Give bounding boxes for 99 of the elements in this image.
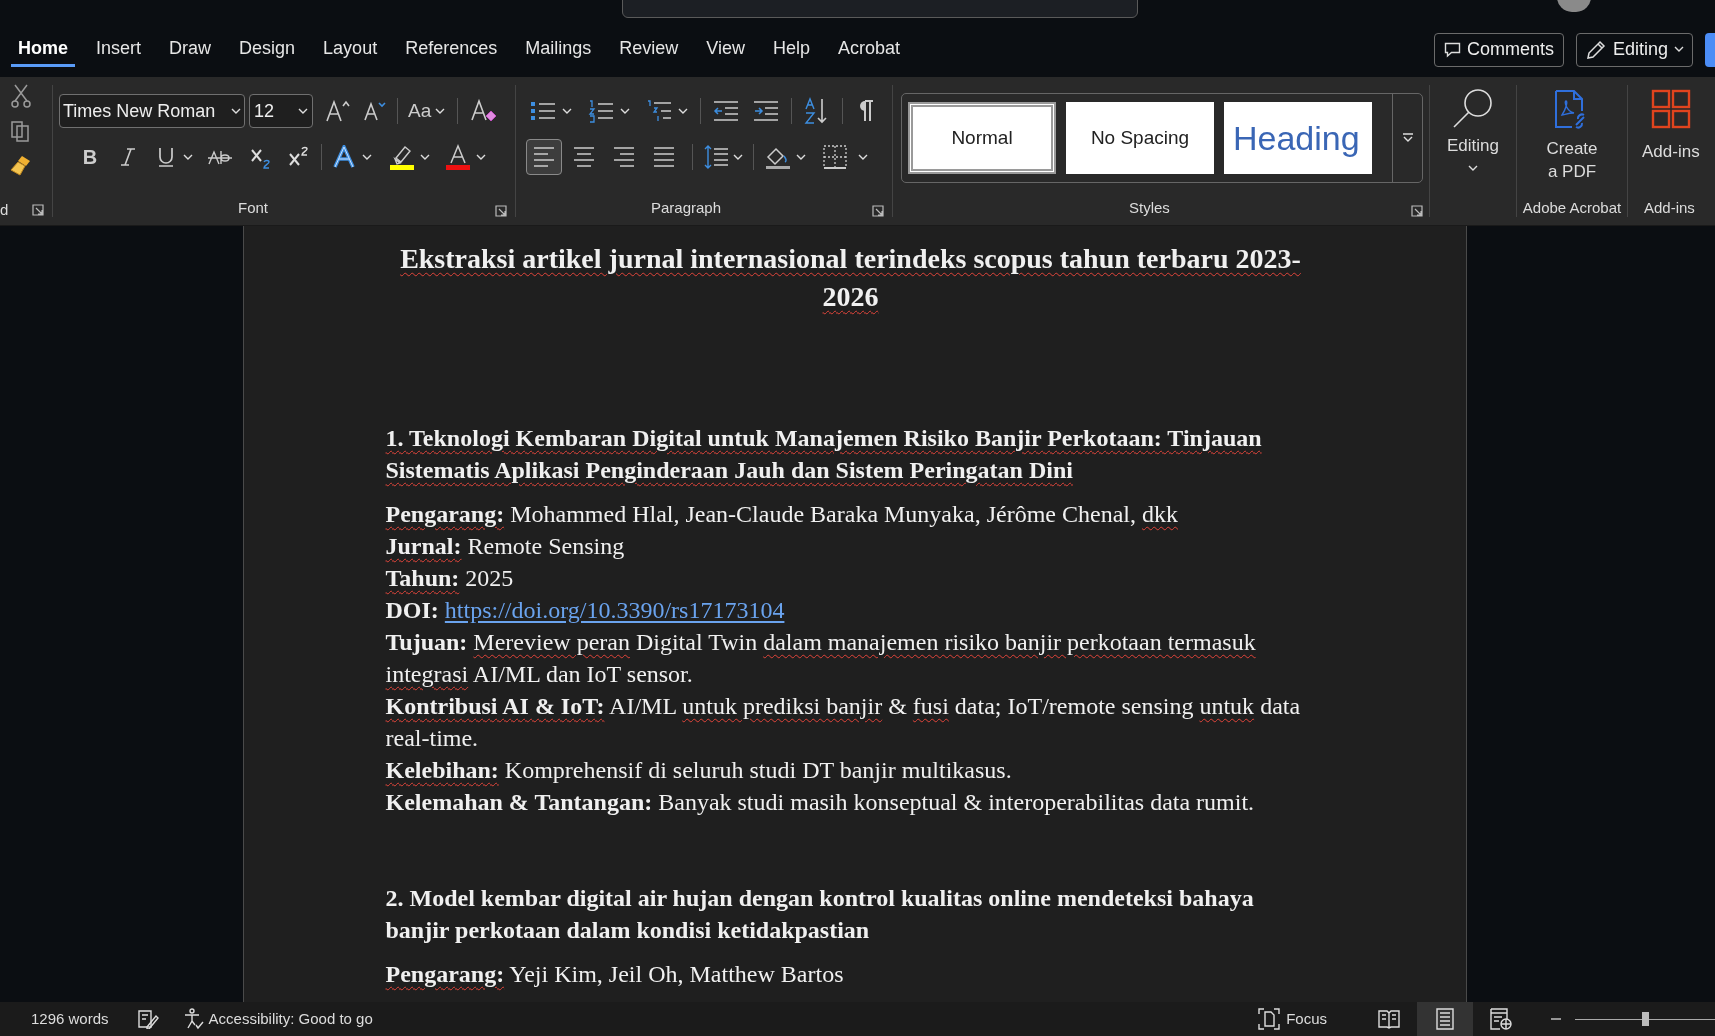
justify-icon bbox=[652, 145, 676, 169]
comment-icon bbox=[1443, 41, 1461, 58]
grid-icon bbox=[1650, 89, 1691, 129]
ribbon-tab[interactable]: Design bbox=[232, 32, 303, 67]
expand-icon bbox=[1401, 132, 1414, 144]
article-field: Jurnal: Remote Sensing bbox=[385, 530, 1316, 562]
dialog-launcher-icon[interactable] bbox=[495, 205, 507, 217]
group-label: d bbox=[0, 199, 9, 220]
article-field: DOI: https://doi.org/10.3390/rs17173104 bbox=[385, 594, 1316, 626]
caret-icon bbox=[1468, 164, 1478, 172]
align-right-icon bbox=[612, 145, 636, 169]
caret-icon[interactable] bbox=[733, 153, 743, 161]
caret-icon[interactable] bbox=[362, 153, 372, 161]
clear-formatting-icon[interactable] bbox=[470, 98, 499, 124]
ribbon-tab[interactable]: Insert bbox=[89, 32, 149, 67]
caret-icon[interactable] bbox=[796, 153, 806, 161]
ribbon-tab[interactable]: Help bbox=[765, 32, 817, 67]
text-effects-icon[interactable] bbox=[332, 145, 356, 169]
pencil-icon bbox=[1584, 38, 1607, 61]
align-left-button[interactable] bbox=[526, 139, 562, 175]
focus-icon bbox=[1258, 1008, 1281, 1030]
ribbon-tab[interactable]: Draw bbox=[162, 32, 219, 67]
article-heading: 1. Teknologi Kembaran Digital untuk Manajemen Risiko Banjir Perkotaan: Tinjauan Sistematis Aplikasi Penginderaan Jauh dan Sistem Peringatan Dini bbox=[385, 424, 1263, 485]
ribbon-tab[interactable]: Acrobat bbox=[831, 32, 908, 67]
article-field: Tahun: 2025 bbox=[385, 562, 1316, 594]
dialog-launcher-icon[interactable] bbox=[32, 203, 44, 216]
font-family-dropdown[interactable]: Times New Roman bbox=[59, 94, 245, 128]
create-pdf-button[interactable]: Create a PDF bbox=[1542, 89, 1602, 183]
share-button[interactable] bbox=[1705, 32, 1715, 67]
ribbon-tab[interactable]: Mailings bbox=[518, 32, 599, 67]
caret-icon bbox=[231, 107, 241, 115]
font-color-icon[interactable] bbox=[446, 144, 470, 170]
align-left-icon bbox=[532, 145, 556, 169]
article-field: Tujuan: Mereview peran Digital Twin dalam manajemen risiko banjir perkotaan termasuk integrasi AI/ML dan IoT sensor. bbox=[385, 626, 1316, 690]
editing-mode-button[interactable]: Editing bbox=[1575, 32, 1693, 67]
sort-icon[interactable] bbox=[804, 97, 830, 125]
accessibility-icon bbox=[182, 1008, 205, 1030]
caret-icon[interactable] bbox=[620, 107, 630, 115]
caret-icon[interactable] bbox=[476, 153, 486, 161]
article-field: Kelebihan: Komprehensif di seluruh studi DT banjir multikasus. bbox=[385, 754, 1316, 786]
bullets-icon[interactable] bbox=[530, 100, 556, 122]
accessibility-button[interactable]: Accessibility: Good to go bbox=[182, 1007, 373, 1031]
article-field: Kelemahan & Tantangan: Banyak studi masih konseptual & interoperabilitas data rumit. bbox=[385, 786, 1316, 818]
article-field: Pengarang: Yeji Kim, Jeil Oh, Matthew Bartos bbox=[385, 958, 1316, 990]
group-label: Adobe Acrobat bbox=[1522, 197, 1622, 218]
ribbon-tab[interactable]: Review bbox=[612, 32, 686, 67]
article-field: Kontribusi AI & IoT: AI/ML untuk prediksi banjir & fusi data; IoT/remote sensing untuk data real-time. bbox=[385, 690, 1316, 754]
caret-icon[interactable] bbox=[858, 153, 868, 161]
style-preset[interactable]: Normal bbox=[908, 102, 1056, 174]
focus-button[interactable]: Focus bbox=[1258, 1007, 1327, 1031]
change-case-button[interactable]: Aa bbox=[408, 96, 446, 126]
dialog-launcher-icon[interactable] bbox=[1411, 205, 1423, 217]
caret-icon bbox=[1674, 46, 1684, 53]
italic-icon[interactable] bbox=[119, 147, 137, 167]
ribbon-tab[interactable]: View bbox=[699, 32, 752, 67]
line-spacing-icon[interactable] bbox=[703, 144, 729, 170]
add-ins-button[interactable]: Add-ins bbox=[1642, 89, 1700, 165]
group-label: Styles bbox=[1129, 197, 1170, 218]
increase-indent-icon[interactable] bbox=[753, 100, 779, 122]
web-layout-icon bbox=[1490, 1008, 1512, 1030]
caret-icon[interactable] bbox=[420, 153, 430, 161]
highlighter-icon[interactable] bbox=[390, 144, 414, 170]
align-center-icon bbox=[572, 145, 596, 169]
borders-icon[interactable] bbox=[822, 144, 848, 170]
ribbon-tab[interactable]: References bbox=[398, 32, 505, 67]
print-layout-icon bbox=[1436, 1008, 1454, 1030]
print-view-button[interactable] bbox=[1417, 1002, 1473, 1036]
document-title: Ekstraksi artikel jurnal internasional terindeks scopus tahun terbaru 2023-2026 bbox=[399, 242, 1302, 314]
group-label: Font bbox=[238, 197, 268, 218]
article-field: Pengarang: Mohammed Hlal, Jean-Claude Baraka Munyaka, Jérôme Chenal, dkk bbox=[385, 498, 1316, 530]
numbering-icon[interactable] bbox=[588, 99, 614, 123]
zoom-slider[interactable] bbox=[1575, 1012, 1715, 1026]
caret-icon[interactable] bbox=[183, 153, 193, 161]
shrink-font-icon[interactable] bbox=[363, 100, 387, 122]
proofing-icon[interactable] bbox=[136, 1009, 159, 1029]
editing-button[interactable]: Editing bbox=[1447, 87, 1499, 172]
caret-icon bbox=[435, 107, 446, 115]
font-size-dropdown[interactable]: 12 bbox=[249, 94, 313, 128]
grow-font-icon[interactable] bbox=[325, 99, 351, 123]
caret-icon[interactable] bbox=[562, 107, 572, 115]
word-count[interactable]: 1296 words bbox=[31, 1007, 109, 1031]
article-heading: 2. Model kembar digital air hujan dengan kontrol kualitas online mendeteksi bahaya banjir perkotaan dalam kondisi ketidakpastian bbox=[385, 884, 1255, 945]
ribbon-tab[interactable]: Layout bbox=[316, 32, 385, 67]
decrease-indent-icon[interactable] bbox=[713, 100, 739, 122]
ribbon-tab[interactable]: Home bbox=[11, 32, 75, 67]
cut-icon[interactable] bbox=[10, 83, 32, 109]
comments-button[interactable]: Comments bbox=[1433, 32, 1564, 67]
read-mode-icon bbox=[1378, 1009, 1400, 1029]
caret-icon bbox=[298, 107, 308, 115]
underline-icon[interactable] bbox=[157, 146, 175, 168]
bold-button[interactable]: B bbox=[71, 142, 109, 172]
doi-link[interactable]: https://doi.org/10.3390/rs17173104 bbox=[444, 597, 785, 623]
style-preset[interactable]: Heading bbox=[1224, 102, 1372, 174]
group-label: Add-ins bbox=[1644, 197, 1695, 218]
style-preset[interactable]: No Spacing bbox=[1066, 102, 1214, 174]
group-label: Paragraph bbox=[651, 197, 722, 218]
dialog-launcher-icon[interactable] bbox=[872, 205, 884, 217]
caret-icon[interactable] bbox=[678, 107, 688, 115]
multilevel-list-icon[interactable] bbox=[646, 99, 672, 123]
